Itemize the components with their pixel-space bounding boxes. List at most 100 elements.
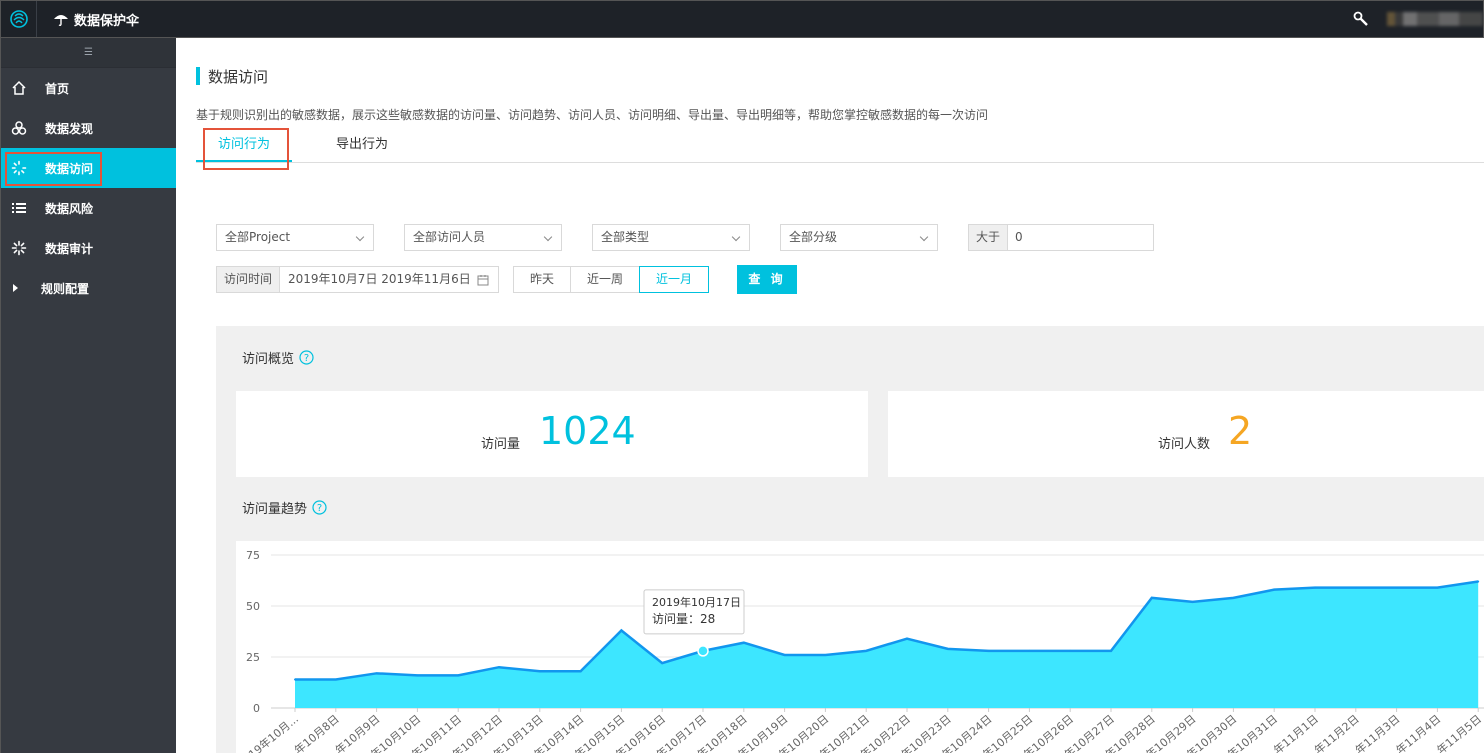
sidebar-item-label: 数据风险: [45, 201, 94, 216]
highlight-box: [203, 128, 289, 170]
data-point: [1232, 596, 1235, 599]
sidebar-item-label: 首页: [45, 81, 70, 96]
search-button[interactable]: 查 询: [737, 265, 797, 294]
sidebar-item-label: 数据审计: [45, 241, 94, 256]
data-point: [824, 653, 827, 656]
tabs: 访问行为 导出行为: [196, 134, 1484, 163]
y-tick-label: 25: [246, 651, 260, 664]
data-point: [334, 678, 337, 681]
page-title-text: 数据访问: [208, 67, 269, 86]
title-accent-bar: [196, 67, 200, 85]
data-point: [416, 674, 419, 677]
app-title[interactable]: 数据保护伞: [53, 10, 139, 29]
main-content: 数据访问 基于规则识别出的敏感数据，展示这些敏感数据的访问量、访问趋势、访问人员…: [176, 38, 1484, 753]
page-title: 数据访问: [196, 66, 268, 86]
data-point: [294, 678, 296, 681]
menu-icon[interactable]: ☰: [1, 38, 176, 68]
date-range-input[interactable]: 2019年10月7日 2019年11月6日: [279, 266, 499, 293]
umbrella-icon: [54, 15, 68, 27]
data-point: [1110, 649, 1112, 652]
type-select[interactable]: 全部类型: [592, 224, 750, 251]
last-week-button[interactable]: 近一周: [570, 266, 640, 293]
visits-card: 访问量 1024: [236, 391, 868, 477]
sidebar-item-home[interactable]: 首页: [1, 68, 176, 108]
data-point: [906, 637, 908, 640]
data-point: [697, 645, 709, 657]
svg-text:?: ?: [317, 503, 322, 514]
sidebar-item-label: 规则配置: [41, 281, 90, 296]
data-point: [1354, 586, 1357, 589]
spinner-icon: [1, 160, 37, 176]
svg-text:?: ?: [304, 353, 309, 364]
sidebar-item-rule-config[interactable]: 规则配置: [1, 268, 176, 308]
overview-title: 访问概览 ?: [242, 348, 314, 367]
visits-value: 1024: [539, 409, 636, 453]
project-select[interactable]: 全部Project: [216, 224, 374, 251]
data-point: [865, 649, 868, 652]
y-tick-label: 0: [253, 702, 260, 715]
greater-than-label: 大于: [968, 224, 1008, 251]
level-select[interactable]: 全部分级: [780, 224, 938, 251]
logo-icon[interactable]: [1, 1, 37, 37]
sidebar-item-data-audit[interactable]: 数据审计: [1, 228, 176, 268]
sidebar-item-label: 数据发现: [45, 121, 94, 136]
data-point: [1069, 649, 1072, 652]
user-account[interactable]: [1387, 12, 1483, 26]
help-icon[interactable]: ?: [299, 350, 314, 365]
calendar-icon[interactable]: [477, 274, 489, 286]
visitor-select[interactable]: 全部访问人员: [404, 224, 562, 251]
x-tick-label: 年11月5日: [1434, 712, 1484, 753]
sidebar-item-data-risk[interactable]: 数据风险: [1, 188, 176, 228]
cluster-icon: [1, 120, 37, 136]
data-point: [1273, 588, 1276, 591]
date-range-value: 2019年10月7日 2019年11月6日: [288, 272, 471, 286]
data-point: [620, 629, 623, 632]
data-point: [498, 666, 500, 669]
data-point: [1395, 586, 1398, 589]
data-point: [457, 674, 460, 677]
chevron-down-icon: [543, 232, 553, 242]
tooltip-value: 访问量：28: [652, 612, 715, 626]
date-label: 访问时间: [216, 266, 280, 293]
trend-chart: 0 25 50 75 19年10月... 年10月8日 年10月9日 年10月10日 年10月1…: [236, 541, 1484, 753]
sidebar-item-label: 数据访问: [45, 161, 94, 176]
caret-right-icon: [1, 283, 29, 293]
wrench-icon[interactable]: [1353, 11, 1369, 27]
data-point: [1477, 580, 1480, 583]
overview-title-text: 访问概览: [242, 352, 295, 367]
overview-panel: 访问概览 ? 访问量 1024 访问人数 2 访问量趋势 ? 0 25 50 75 19…: [216, 326, 1484, 753]
data-point: [742, 641, 745, 644]
data-point: [1314, 586, 1316, 589]
data-point: [579, 670, 582, 673]
app-name: 数据保护伞: [74, 13, 140, 29]
data-point: [1436, 586, 1439, 589]
last-month-button[interactable]: 近一月: [639, 266, 709, 293]
visits-label: 访问量: [481, 437, 521, 452]
chevron-down-icon: [919, 232, 929, 242]
audit-icon: [1, 240, 37, 256]
trend-chart-svg: 025507519年10月...年10月8日年10月9日年10月10日年10月1…: [246, 549, 1484, 753]
data-point: [375, 672, 378, 675]
yesterday-button[interactable]: 昨天: [513, 266, 571, 293]
type-select-value: 全部类型: [601, 230, 650, 244]
chevron-down-icon: [355, 232, 365, 242]
trend-title: 访问量趋势 ?: [242, 498, 327, 517]
list-icon: [1, 200, 37, 216]
greater-than-input[interactable]: 0: [1007, 224, 1154, 251]
visitors-value: 2: [1228, 409, 1253, 453]
tab-export-behavior[interactable]: 导出行为: [336, 134, 388, 162]
sidebar: ☰ 首页 数据发现 数据访问 数据风险 数据审计 规则配置: [0, 38, 176, 753]
top-bar: 数据保护伞: [0, 0, 1484, 38]
visitor-select-value: 全部访问人员: [413, 230, 486, 244]
chart-tooltip: 2019年10月17日访问量：28: [643, 589, 745, 635]
data-point: [946, 647, 949, 650]
data-point: [538, 670, 541, 673]
sidebar-item-data-discovery[interactable]: 数据发现: [1, 108, 176, 148]
sidebar-item-data-access[interactable]: 数据访问: [1, 148, 176, 188]
trend-title-text: 访问量趋势: [242, 502, 308, 517]
help-icon[interactable]: ?: [312, 500, 327, 515]
data-point: [661, 662, 664, 665]
chevron-down-icon: [731, 232, 741, 242]
y-tick-label: 75: [246, 549, 260, 562]
tooltip-date: 2019年10月17日: [652, 595, 741, 609]
